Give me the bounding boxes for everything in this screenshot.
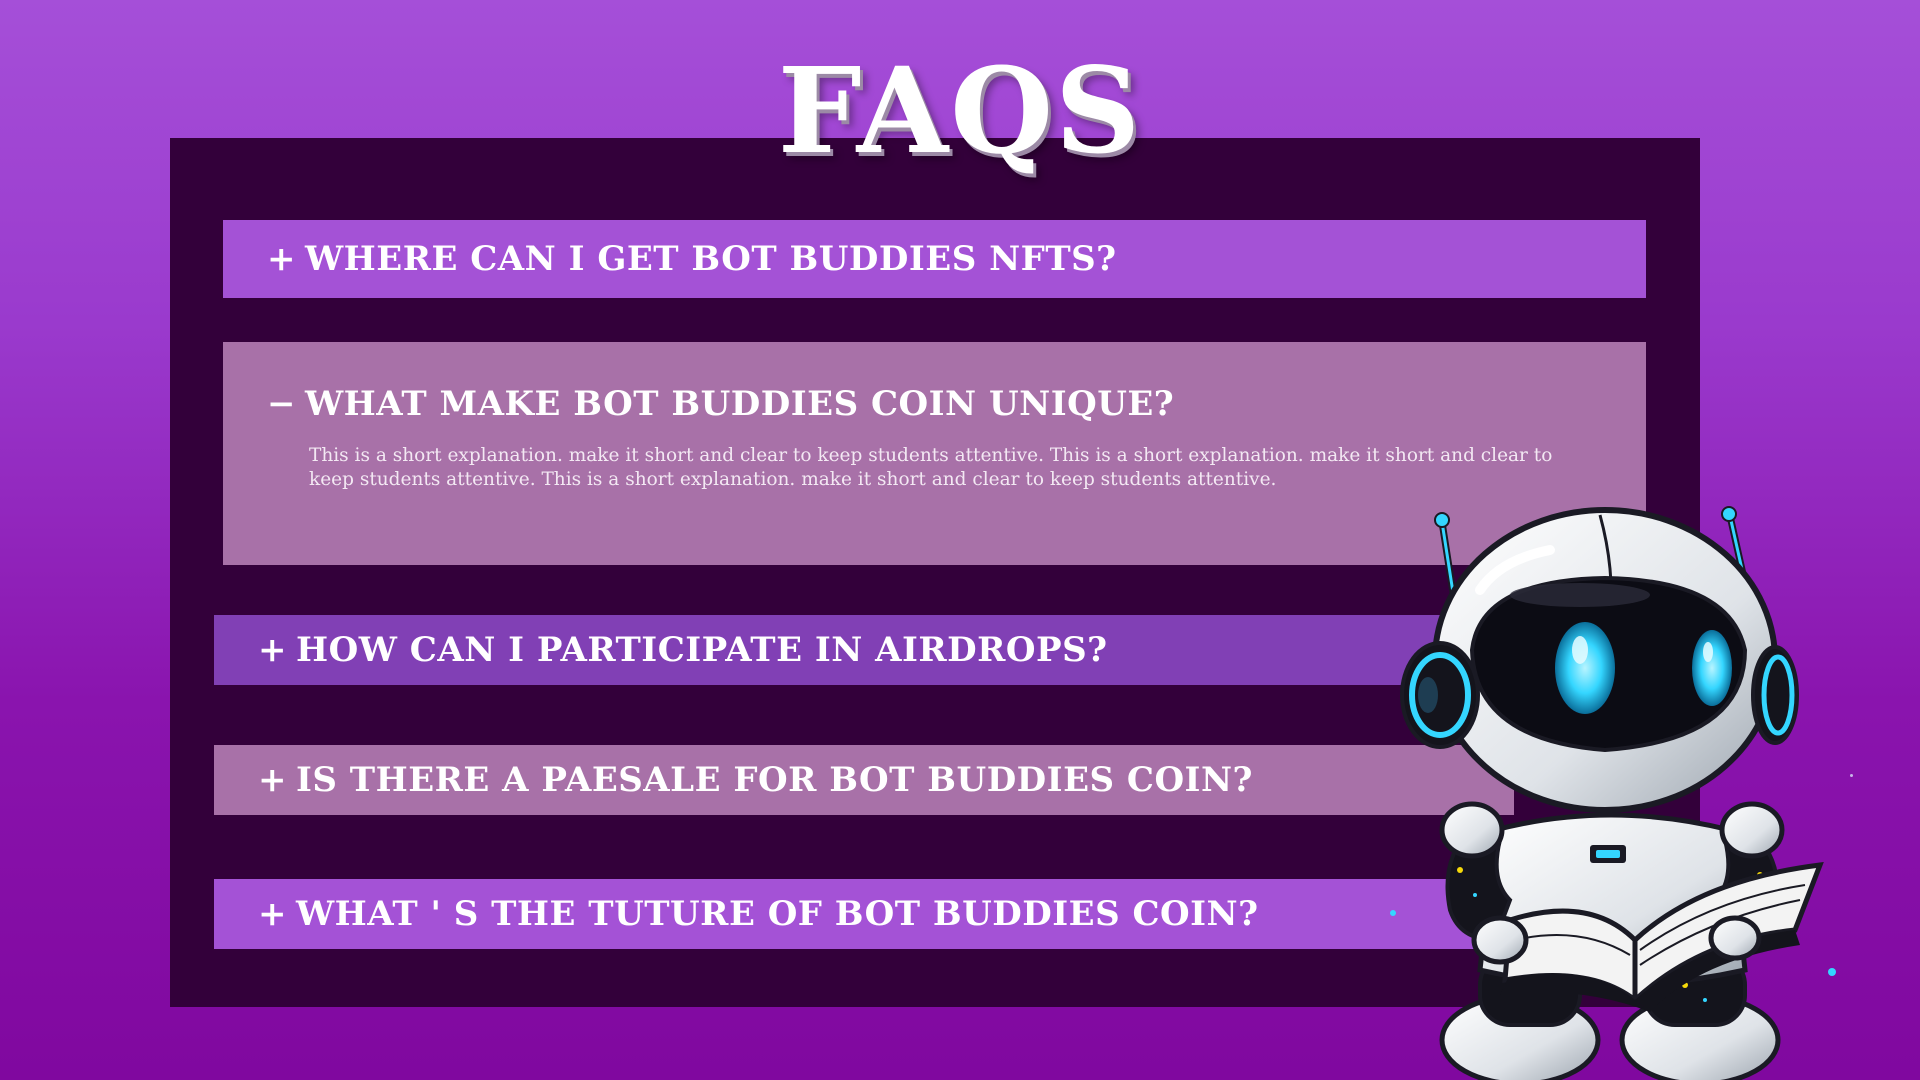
expand-plus-icon[interactable]: +: [258, 760, 292, 800]
expand-plus-icon[interactable]: +: [258, 630, 292, 670]
sparkle-dot: [1828, 968, 1836, 976]
expand-plus-icon[interactable]: +: [258, 894, 292, 934]
faq-question: WHAT ' S THE TUTURE OF BOT BUDDIES COIN?: [296, 894, 1259, 934]
faq-question-row[interactable]: + WHERE CAN I GET BOT BUDDIES NFTS?: [223, 220, 1646, 298]
robot-head: [1432, 507, 1778, 813]
faq-item-nfts[interactable]: + WHERE CAN I GET BOT BUDDIES NFTS?: [223, 220, 1646, 298]
sparkle-dot: [1850, 774, 1853, 777]
robot-mascot-illustration: [1400, 506, 1824, 1080]
faq-question-row[interactable]: + HOW CAN I PARTICIPATE IN AIRDROPS?: [214, 615, 1514, 685]
faq-item-presale[interactable]: + IS THERE A PAESALE FOR BOT BUDDIES COI…: [214, 745, 1514, 815]
sparkle-dot: [1390, 910, 1396, 916]
faq-question-row[interactable]: + IS THERE A PAESALE FOR BOT BUDDIES COI…: [214, 745, 1514, 815]
faq-question-row[interactable]: − WHAT MAKE BOT BUDDIES COIN UNIQUE?: [223, 342, 1646, 442]
faq-answer: This is a short explanation. make it sho…: [309, 445, 1553, 490]
faq-question: WHERE CAN I GET BOT BUDDIES NFTS?: [305, 239, 1117, 279]
faq-item-airdrops[interactable]: + HOW CAN I PARTICIPATE IN AIRDROPS?: [214, 615, 1514, 685]
collapse-minus-icon[interactable]: −: [267, 384, 301, 424]
expand-plus-icon[interactable]: +: [267, 239, 301, 279]
faq-question: WHAT MAKE BOT BUDDIES COIN UNIQUE?: [305, 384, 1175, 424]
faq-question: HOW CAN I PARTICIPATE IN AIRDROPS?: [296, 630, 1108, 670]
faq-question-row[interactable]: + WHAT ' S THE TUTURE OF BOT BUDDIES COI…: [214, 879, 1514, 949]
faq-item-future[interactable]: + WHAT ' S THE TUTURE OF BOT BUDDIES COI…: [214, 879, 1514, 949]
faq-question: IS THERE A PAESALE FOR BOT BUDDIES COIN?: [296, 760, 1253, 800]
page-title: FAQS: [777, 41, 1143, 180]
